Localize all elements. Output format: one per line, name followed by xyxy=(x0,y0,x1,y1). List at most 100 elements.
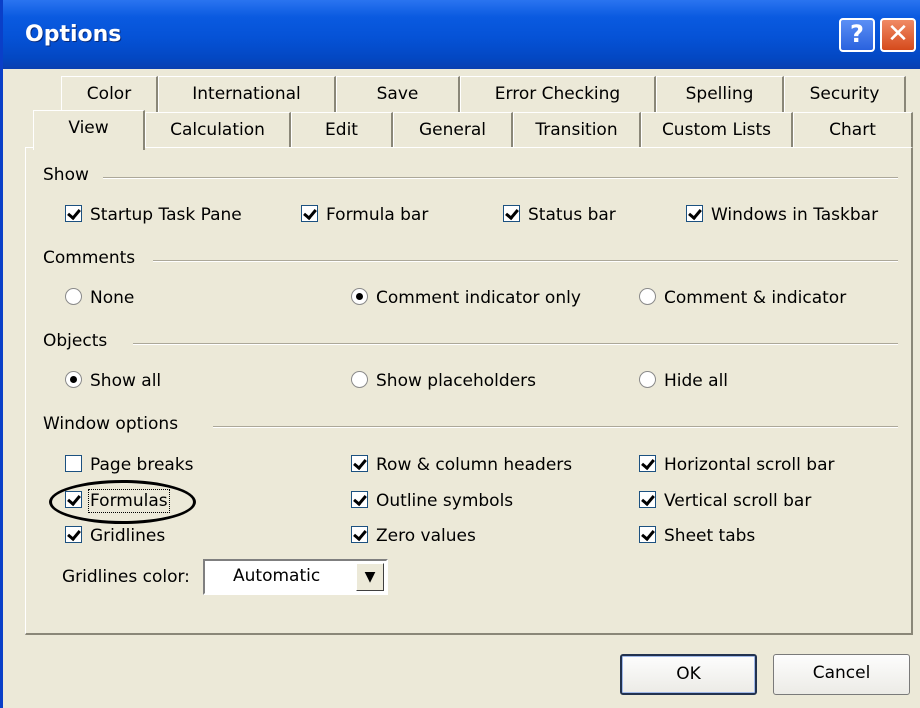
dropdown-arrow-icon[interactable]: ▼ xyxy=(356,563,384,591)
show-placeholders-radio[interactable]: Show placeholders xyxy=(351,369,536,393)
radio-label: None xyxy=(90,288,135,308)
tab-label: Custom Lists xyxy=(661,120,772,140)
gridlines-color-dropdown[interactable]: Automatic ▼ xyxy=(203,559,388,595)
tab-label: Chart xyxy=(829,120,876,140)
cancel-button[interactable]: Cancel xyxy=(773,654,910,695)
checkbox-box xyxy=(503,205,520,222)
vertical-scroll-bar-checkbox[interactable]: Vertical scroll bar xyxy=(639,489,811,513)
tab-custom-lists[interactable]: Custom Lists xyxy=(641,112,793,148)
radio-circle xyxy=(351,371,368,388)
radio-circle xyxy=(639,371,656,388)
help-icon: ? xyxy=(850,20,864,48)
outline-symbols-checkbox[interactable]: Outline symbols xyxy=(351,489,513,513)
sheet-tabs-checkbox[interactable]: Sheet tabs xyxy=(639,524,755,548)
startup-task-pane-checkbox[interactable]: Startup Task Pane xyxy=(65,203,242,227)
tab-spelling[interactable]: Spelling xyxy=(656,76,784,112)
close-button[interactable]: ✕ xyxy=(880,18,916,52)
tab-color[interactable]: Color xyxy=(61,76,158,112)
close-icon: ✕ xyxy=(887,19,909,49)
tab-label: Transition xyxy=(535,120,618,140)
tab-label: General xyxy=(419,120,486,140)
zero-values-checkbox[interactable]: Zero values xyxy=(351,524,476,548)
options-dialog: Options ? ✕ Color International Save Err… xyxy=(0,0,920,708)
radio-circle xyxy=(351,288,368,305)
checkbox-label: Formula bar xyxy=(326,205,429,225)
tab-edit[interactable]: Edit xyxy=(291,112,393,148)
gridlines-color-label: Gridlines color: xyxy=(62,567,190,587)
show-all-radio[interactable]: Show all xyxy=(65,369,161,393)
comments-group-label: Comments xyxy=(43,248,144,268)
checkbox-box xyxy=(686,205,703,222)
radio-circle xyxy=(65,288,82,305)
radio-label: Show placeholders xyxy=(376,371,537,391)
checkbox-label: Horizontal scroll bar xyxy=(664,455,835,475)
tab-label: International xyxy=(192,84,301,104)
checkbox-label: Windows in Taskbar xyxy=(711,205,879,225)
window-options-group-label: Window options xyxy=(43,414,187,434)
tab-security[interactable]: Security xyxy=(784,76,906,112)
tab-label: Calculation xyxy=(170,120,265,140)
checkbox-label: Page breaks xyxy=(90,455,194,475)
windows-in-taskbar-checkbox[interactable]: Windows in Taskbar xyxy=(686,203,878,227)
tab-label: Error Checking xyxy=(494,84,621,104)
ok-button-label: OK xyxy=(676,664,701,684)
tab-chart[interactable]: Chart xyxy=(793,112,913,148)
status-bar-checkbox[interactable]: Status bar xyxy=(503,203,616,227)
checkbox-label: Status bar xyxy=(528,205,616,225)
tab-save[interactable]: Save xyxy=(336,76,460,112)
tab-international[interactable]: International xyxy=(158,76,336,112)
tab-transition[interactable]: Transition xyxy=(513,112,641,148)
window-title: Options xyxy=(25,22,122,47)
checkbox-label: Outline symbols xyxy=(376,491,514,511)
help-button[interactable]: ? xyxy=(839,18,875,52)
checkbox-label: Vertical scroll bar xyxy=(664,491,812,511)
formula-bar-checkbox[interactable]: Formula bar xyxy=(301,203,428,227)
tab-general[interactable]: General xyxy=(393,112,513,148)
checkbox-box xyxy=(65,205,82,222)
comment-indicator-only-radio[interactable]: Comment indicator only xyxy=(351,286,581,310)
window-options-group-divider xyxy=(213,426,898,428)
checkbox-box xyxy=(639,526,656,543)
tab-label: Spelling xyxy=(685,84,754,104)
tab-error-checking[interactable]: Error Checking xyxy=(460,76,656,112)
tab-label: Edit xyxy=(325,120,358,140)
checkbox-box xyxy=(65,455,82,472)
checkbox-box xyxy=(301,205,318,222)
title-bar[interactable]: Options ? ✕ xyxy=(3,0,920,69)
tab-calculation[interactable]: Calculation xyxy=(145,112,291,148)
page-breaks-checkbox[interactable]: Page breaks xyxy=(65,453,194,477)
tab-label: Color xyxy=(86,84,132,104)
cancel-button-label: Cancel xyxy=(812,663,871,683)
checkbox-box xyxy=(639,455,656,472)
tab-label: View xyxy=(68,118,109,138)
objects-group-divider xyxy=(133,343,898,345)
ok-button[interactable]: OK xyxy=(620,654,757,695)
checkbox-label: Zero values xyxy=(376,526,476,546)
checkbox-box xyxy=(351,455,368,472)
objects-group-label: Objects xyxy=(43,331,116,351)
show-group-divider xyxy=(103,177,898,179)
tab-label: Save xyxy=(376,84,419,104)
gridlines-checkbox[interactable]: Gridlines xyxy=(65,524,165,548)
checkbox-label: Startup Task Pane xyxy=(90,205,242,225)
checkbox-box xyxy=(351,526,368,543)
checkbox-label: Gridlines xyxy=(90,526,166,546)
checkbox-label: Sheet tabs xyxy=(664,526,756,546)
show-group-label: Show xyxy=(43,165,97,185)
radio-label: Show all xyxy=(90,371,162,391)
radio-label: Hide all xyxy=(664,371,729,391)
radio-label: Comment indicator only xyxy=(376,288,581,308)
hide-all-radio[interactable]: Hide all xyxy=(639,369,728,393)
formulas-highlight-ellipse xyxy=(49,480,196,524)
radio-circle xyxy=(639,288,656,305)
checkbox-label: Row & column headers xyxy=(376,455,573,475)
comment-and-indicator-radio[interactable]: Comment & indicator xyxy=(639,286,846,310)
radio-circle xyxy=(65,371,82,388)
row-column-headers-checkbox[interactable]: Row & column headers xyxy=(351,453,572,477)
tab-view[interactable]: View xyxy=(33,110,145,150)
comments-none-radio[interactable]: None xyxy=(65,286,134,310)
tab-label: Security xyxy=(809,84,880,104)
checkbox-box xyxy=(351,491,368,508)
horizontal-scroll-bar-checkbox[interactable]: Horizontal scroll bar xyxy=(639,453,834,477)
radio-label: Comment & indicator xyxy=(664,288,847,308)
